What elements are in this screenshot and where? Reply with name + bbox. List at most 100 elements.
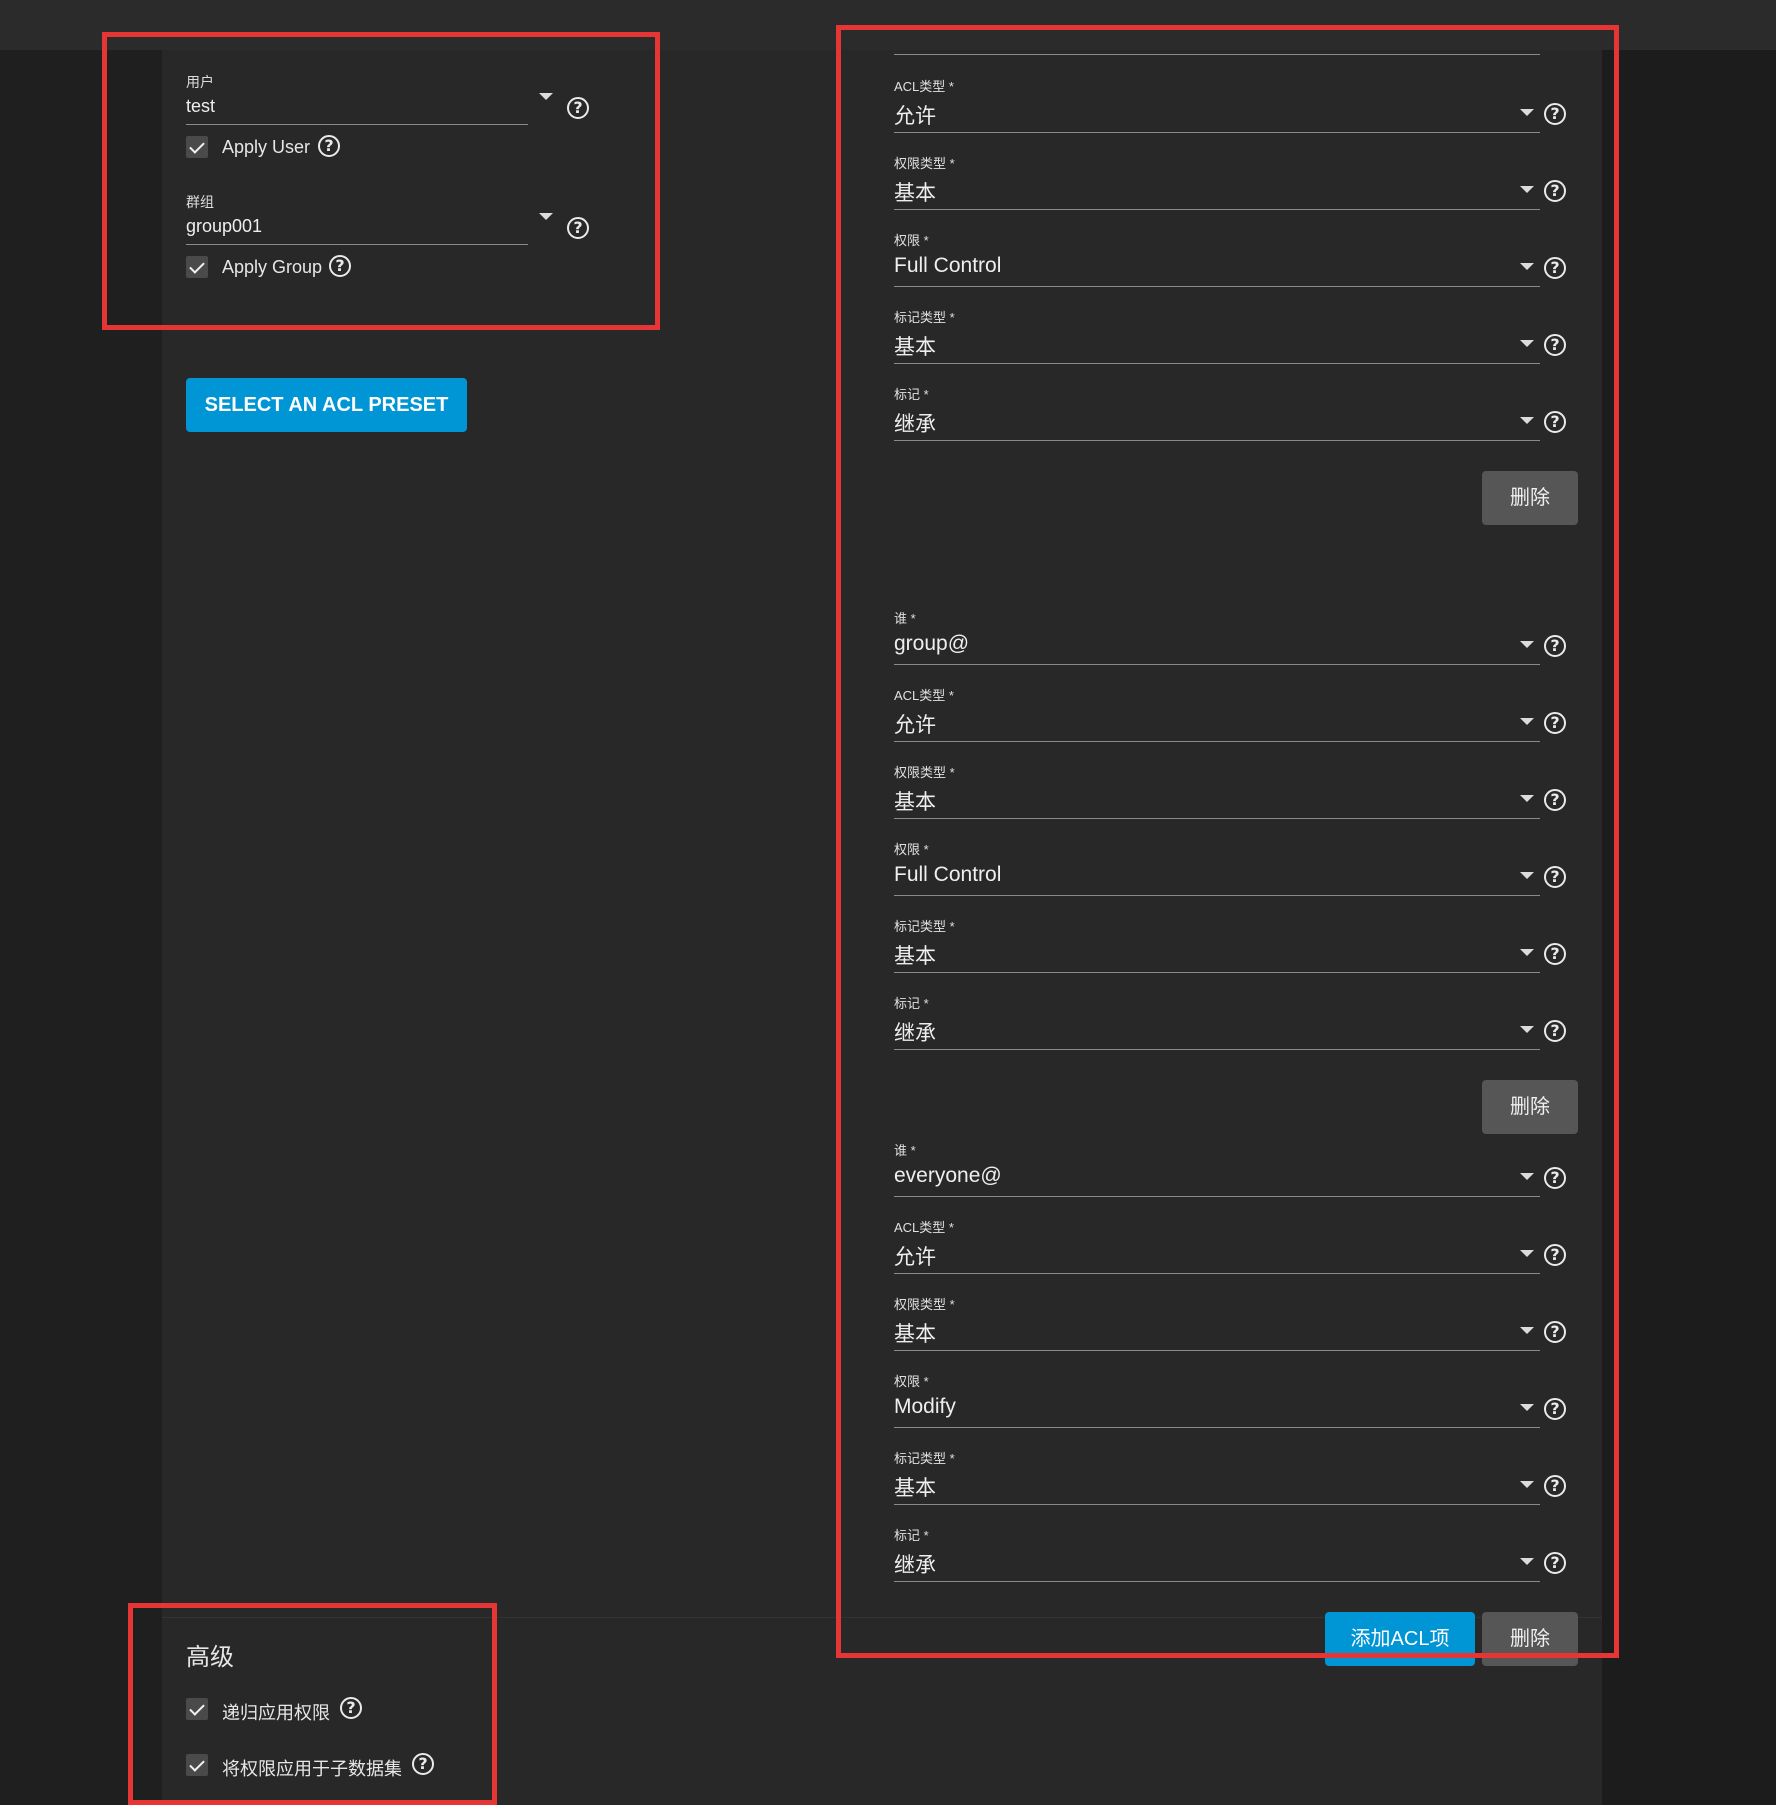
acl-field-value[interactable]: everyone@	[894, 1164, 1540, 1190]
delete-acl-button[interactable]: 删除	[1482, 1612, 1578, 1666]
recursive-label: 递归应用权限	[222, 1703, 330, 1723]
acl-field-value[interactable]: 继承	[894, 1549, 1540, 1577]
acl-field-value[interactable]: Full Control	[894, 254, 1540, 280]
acl-field[interactable]: ACL类型 * 允许	[894, 76, 1540, 133]
delete-acl-button[interactable]: 删除	[1482, 1080, 1578, 1134]
dropdown-caret-icon[interactable]	[1520, 1026, 1534, 1033]
acl-help-icon[interactable]: ?	[1544, 635, 1566, 657]
user-dropdown-icon[interactable]	[539, 93, 553, 100]
acl-field[interactable]: 权限 * Full Control	[894, 839, 1540, 896]
right-gutter	[1602, 50, 1776, 1805]
acl-field-value[interactable]: 基本	[894, 331, 1540, 359]
select-acl-preset-button[interactable]: SELECT AN ACL PRESET	[186, 378, 467, 432]
acl-field-value[interactable]: Full Control	[894, 863, 1540, 889]
acl-help-icon[interactable]: ?	[1544, 257, 1566, 279]
dropdown-caret-icon[interactable]	[1520, 263, 1534, 270]
acl-field[interactable]: 标记 * 继承	[894, 993, 1540, 1050]
dropdown-caret-icon[interactable]	[1520, 641, 1534, 648]
dropdown-caret-icon[interactable]	[1520, 417, 1534, 424]
acl-help-icon[interactable]: ?	[1544, 180, 1566, 202]
apply-children-help-icon[interactable]: ?	[412, 1753, 434, 1775]
apply-user-help-icon[interactable]: ?	[318, 135, 340, 157]
recursive-help-icon[interactable]: ?	[340, 1697, 362, 1719]
acl-help-icon[interactable]: ?	[1544, 1552, 1566, 1574]
acl-field[interactable]: 标记类型 * 基本	[894, 1448, 1540, 1505]
apply-group-checkbox[interactable]	[186, 256, 208, 278]
acl-field-value[interactable]: 允许	[894, 709, 1540, 737]
acl-field[interactable]: 权限类型 * 基本	[894, 1294, 1540, 1351]
dropdown-caret-icon[interactable]	[1520, 340, 1534, 347]
acl-field-value[interactable]: 基本	[894, 786, 1540, 814]
acl-help-icon[interactable]: ?	[1544, 943, 1566, 965]
apply-user-checkbox[interactable]	[186, 136, 208, 158]
dropdown-caret-icon[interactable]	[1520, 1404, 1534, 1411]
acl-field-value[interactable]: group@	[894, 632, 1540, 658]
acl-help-icon[interactable]: ?	[1544, 866, 1566, 888]
acl-field[interactable]: 标记类型 * 基本	[894, 307, 1540, 364]
group-help-icon[interactable]: ?	[567, 217, 589, 239]
acl-field[interactable]: 谁 * group@	[894, 608, 1540, 665]
dropdown-caret-icon[interactable]	[1520, 1173, 1534, 1180]
acl-help-icon[interactable]: ?	[1544, 1244, 1566, 1266]
dropdown-caret-icon[interactable]	[1520, 949, 1534, 956]
group-dropdown-icon[interactable]	[539, 213, 553, 220]
dropdown-caret-icon[interactable]	[1520, 1481, 1534, 1488]
dropdown-caret-icon[interactable]	[1520, 1250, 1534, 1257]
dropdown-caret-icon[interactable]	[1520, 795, 1534, 802]
user-field[interactable]: 用户 test	[186, 72, 528, 125]
acl-field-label: ACL类型 *	[894, 79, 954, 94]
acl-field-label: 权限 *	[894, 233, 929, 248]
acl-help-icon[interactable]: ?	[1544, 789, 1566, 811]
dropdown-caret-icon[interactable]	[1520, 186, 1534, 193]
acl-field[interactable]: 权限类型 * 基本	[894, 762, 1540, 819]
acl-field[interactable]: 权限 * Modify	[894, 1371, 1540, 1428]
acl-field[interactable]: 标记类型 * 基本	[894, 916, 1540, 973]
acl-help-icon[interactable]: ?	[1544, 103, 1566, 125]
acl-field-value[interactable]: 基本	[894, 940, 1540, 968]
acl-help-icon[interactable]: ?	[1544, 1398, 1566, 1420]
recursive-checkbox[interactable]	[186, 1698, 208, 1720]
acl-field-value[interactable]: 允许	[894, 100, 1540, 128]
acl-field-value[interactable]: 基本	[894, 177, 1540, 205]
acl-field-underline	[894, 895, 1540, 896]
dropdown-caret-icon[interactable]	[1520, 718, 1534, 725]
acl-field-value[interactable]: 基本	[894, 1318, 1540, 1346]
delete-acl-button[interactable]: 删除	[1482, 471, 1578, 525]
acl-field[interactable]: ACL类型 * 允许	[894, 685, 1540, 742]
acl-field[interactable]: ACL类型 * 允许	[894, 1217, 1540, 1274]
acl-field-value[interactable]: 继承	[894, 408, 1540, 436]
acl-field-label: 标记 *	[894, 996, 929, 1011]
acl-field[interactable]: 谁 * everyone@	[894, 1140, 1540, 1197]
user-help-icon[interactable]: ?	[567, 97, 589, 119]
dropdown-caret-icon[interactable]	[1520, 1558, 1534, 1565]
acl-field-label: 标记类型 *	[894, 919, 955, 934]
acl-field-value[interactable]: 允许	[894, 1241, 1540, 1269]
acl-field-underline	[894, 818, 1540, 819]
apply-children-checkbox[interactable]	[186, 1754, 208, 1776]
acl-field[interactable]: 权限类型 * 基本	[894, 153, 1540, 210]
acl-field-value[interactable]: 基本	[894, 1472, 1540, 1500]
add-acl-item-button[interactable]: 添加ACL项	[1325, 1612, 1475, 1666]
apply-group-help-icon[interactable]: ?	[329, 255, 351, 277]
acl-field-underline	[894, 1049, 1540, 1050]
acl-field[interactable]: 标记 * 继承	[894, 1525, 1540, 1582]
acl-field-value[interactable]: 继承	[894, 1017, 1540, 1045]
acl-help-icon[interactable]: ?	[1544, 1475, 1566, 1497]
acl-help-icon[interactable]: ?	[1544, 334, 1566, 356]
dropdown-caret-icon[interactable]	[1520, 109, 1534, 116]
acl-help-icon[interactable]: ?	[1544, 1020, 1566, 1042]
acl-field[interactable]: 权限 * Full Control	[894, 230, 1540, 287]
acl-field-value[interactable]: Modify	[894, 1395, 1540, 1421]
dropdown-caret-icon[interactable]	[1520, 1327, 1534, 1334]
acl-field[interactable]: 标记 * 继承	[894, 384, 1540, 441]
acl-help-icon[interactable]: ?	[1544, 1321, 1566, 1343]
user-value[interactable]: test	[186, 96, 528, 120]
user-label: 用户	[186, 74, 214, 90]
group-field[interactable]: 群组 group001	[186, 192, 528, 245]
acl-help-icon[interactable]: ?	[1544, 411, 1566, 433]
dropdown-caret-icon[interactable]	[1520, 872, 1534, 879]
acl-field-underline	[894, 1427, 1540, 1428]
group-value[interactable]: group001	[186, 216, 528, 240]
acl-help-icon[interactable]: ?	[1544, 1167, 1566, 1189]
acl-help-icon[interactable]: ?	[1544, 712, 1566, 734]
